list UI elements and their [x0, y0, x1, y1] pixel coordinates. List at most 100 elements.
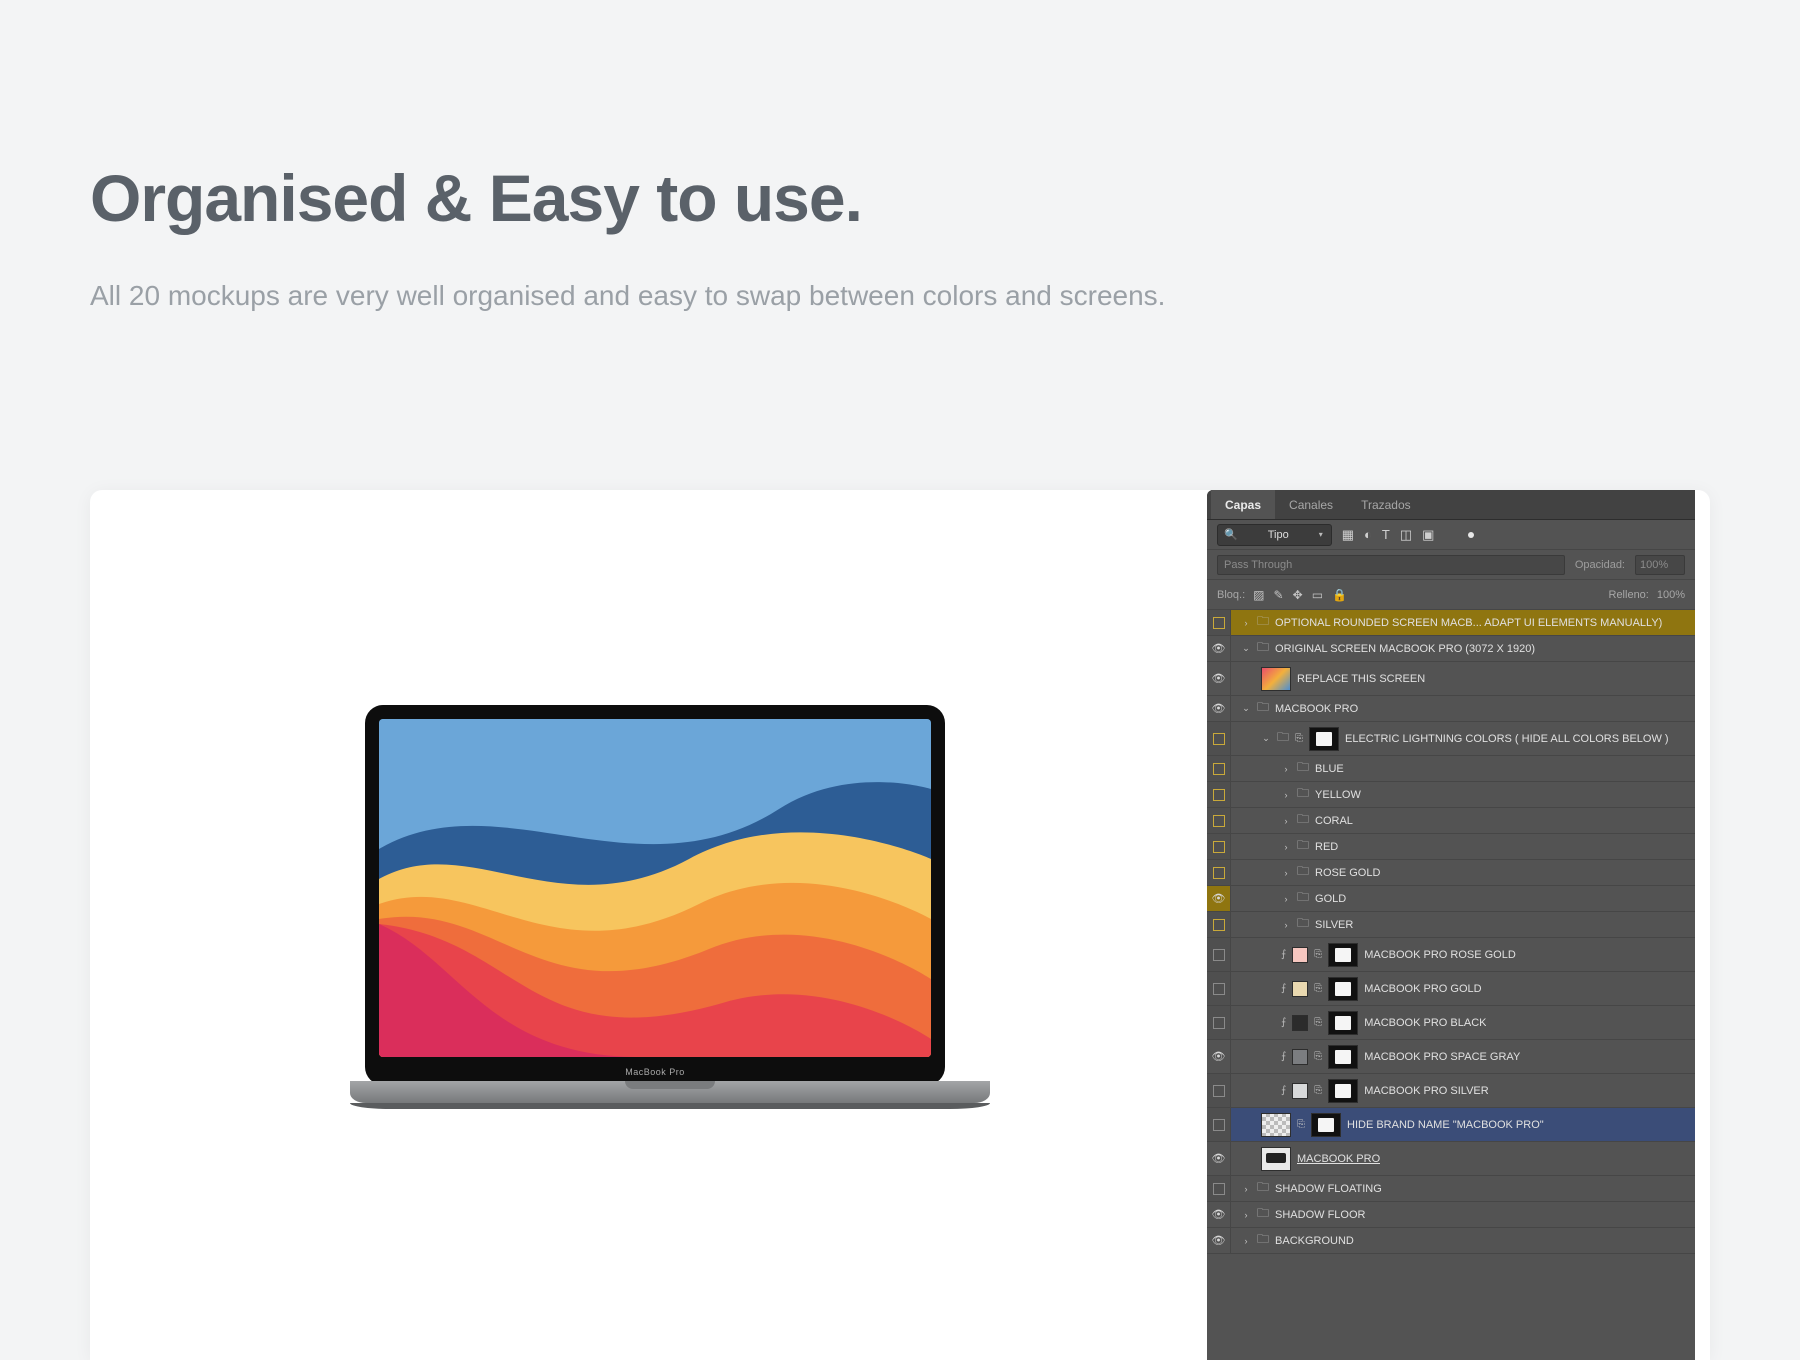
visibility-toggle[interactable]: [1207, 1040, 1231, 1073]
search-icon: 🔍: [1224, 528, 1238, 541]
visibility-toggle[interactable]: [1207, 636, 1231, 661]
lock-all-icon[interactable]: 🔒: [1332, 588, 1347, 602]
layer-row[interactable]: ⌄ 🗀 ⎘ ELECTRIC LIGHTNING COLORS ( HIDE A…: [1207, 722, 1695, 756]
link-icon: ⎘: [1297, 1119, 1305, 1130]
layer-name: RED: [1315, 841, 1338, 853]
visibility-toggle[interactable]: [1207, 756, 1231, 781]
visibility-toggle[interactable]: [1207, 1006, 1231, 1039]
lock-art-icon[interactable]: ▭: [1312, 588, 1323, 602]
visibility-toggle[interactable]: [1207, 722, 1231, 755]
disclosure-icon[interactable]: ›: [1281, 920, 1291, 930]
layer-row[interactable]: ›🗀GOLD: [1207, 886, 1695, 912]
layer-name: SILVER: [1315, 919, 1353, 931]
layer-row[interactable]: ›🗀CORAL: [1207, 808, 1695, 834]
lock-trans-icon[interactable]: ▨: [1253, 588, 1264, 602]
layer-filter-select[interactable]: 🔍 Tipo ▾: [1217, 524, 1332, 546]
blend-opacity-row: Pass Through Opacidad: 100%: [1207, 550, 1695, 580]
tab-layers[interactable]: Capas: [1211, 490, 1275, 519]
layer-name: CORAL: [1315, 815, 1353, 827]
fill-field[interactable]: 100%: [1657, 589, 1685, 601]
layer-row[interactable]: ⨍⎘MACBOOK PRO ROSE GOLD: [1207, 938, 1695, 972]
visibility-toggle[interactable]: [1207, 808, 1231, 833]
disclosure-icon[interactable]: ›: [1241, 1236, 1251, 1246]
layer-name: MACBOOK PRO SILVER: [1364, 1085, 1489, 1097]
visibility-toggle[interactable]: [1207, 1176, 1231, 1201]
layer-row[interactable]: ⎘ HIDE BRAND NAME "MACBOOK PRO": [1207, 1108, 1695, 1142]
filter-label: Tipo: [1268, 529, 1289, 541]
layer-row[interactable]: ⌄ 🗀 MACBOOK PRO: [1207, 696, 1695, 722]
mask-thumbnail: [1311, 1113, 1341, 1137]
page-subtitle: All 20 mockups are very well organised a…: [90, 280, 1165, 312]
folder-icon: 🗀: [1297, 836, 1309, 857]
disclosure-icon[interactable]: ⌄: [1241, 643, 1251, 654]
disclosure-icon[interactable]: ›: [1281, 790, 1291, 800]
layer-row[interactable]: ⨍⎘MACBOOK PRO SPACE GRAY: [1207, 1040, 1695, 1074]
layer-row[interactable]: › 🗀 OPTIONAL ROUNDED SCREEN MACB... ADAP…: [1207, 610, 1695, 636]
lock-pos-icon[interactable]: ✥: [1293, 588, 1303, 602]
disclosure-icon[interactable]: ⌄: [1241, 703, 1251, 714]
visibility-toggle[interactable]: [1207, 886, 1231, 911]
disclosure-icon[interactable]: ›: [1241, 1210, 1251, 1220]
layer-row[interactable]: ⨍⎘MACBOOK PRO BLACK: [1207, 1006, 1695, 1040]
visibility-toggle[interactable]: [1207, 1228, 1231, 1253]
layer-row[interactable]: ›🗀ROSE GOLD: [1207, 860, 1695, 886]
layer-row[interactable]: ›🗀BLUE: [1207, 756, 1695, 782]
macbook-foot: [350, 1103, 990, 1109]
filter-type-icon[interactable]: T: [1382, 527, 1390, 542]
visibility-toggle[interactable]: [1207, 972, 1231, 1005]
visibility-toggle[interactable]: [1207, 782, 1231, 807]
link-icon: ⎘: [1314, 1051, 1322, 1062]
lock-icons: ▨ ✎ ✥ ▭ 🔒: [1253, 588, 1353, 602]
disclosure-icon[interactable]: ›: [1241, 618, 1251, 628]
layers-panel: Capas Canales Trazados 🔍 Tipo ▾ ▦ ◐ T ◫ …: [1207, 490, 1695, 1360]
tab-channels[interactable]: Canales: [1275, 490, 1347, 519]
disclosure-icon[interactable]: ›: [1281, 842, 1291, 852]
disclosure-icon[interactable]: ›: [1281, 816, 1291, 826]
visibility-toggle[interactable]: [1207, 696, 1231, 721]
folder-icon: 🗀: [1297, 758, 1309, 779]
filter-adjust-icon[interactable]: ◐: [1364, 527, 1372, 542]
visibility-toggle[interactable]: [1207, 1074, 1231, 1107]
visibility-toggle[interactable]: [1207, 938, 1231, 971]
layer-name: MACBOOK PRO: [1297, 1153, 1380, 1165]
disclosure-icon[interactable]: ›: [1241, 1184, 1251, 1194]
visibility-toggle[interactable]: [1207, 860, 1231, 885]
layer-row[interactable]: ⨍⎘MACBOOK PRO SILVER: [1207, 1074, 1695, 1108]
tab-paths[interactable]: Trazados: [1347, 490, 1425, 519]
visibility-toggle[interactable]: [1207, 1108, 1231, 1141]
color-swatch: [1292, 981, 1308, 997]
layer-name: SHADOW FLOOR: [1275, 1209, 1365, 1221]
layer-row[interactable]: ›🗀SHADOW FLOOR: [1207, 1202, 1695, 1228]
layer-row[interactable]: › 🗀 RED: [1207, 834, 1695, 860]
lock-paint-icon[interactable]: ✎: [1274, 588, 1284, 602]
visibility-toggle[interactable]: [1207, 834, 1231, 859]
layer-row[interactable]: ⨍⎘MACBOOK PRO GOLD: [1207, 972, 1695, 1006]
filter-smart-icon[interactable]: ▣: [1422, 527, 1434, 543]
layer-row[interactable]: ›🗀SILVER: [1207, 912, 1695, 938]
disclosure-icon[interactable]: ›: [1281, 894, 1291, 904]
filter-pixel-icon[interactable]: ▦: [1342, 527, 1354, 543]
blend-mode-select[interactable]: Pass Through: [1217, 555, 1565, 575]
opacity-field[interactable]: 100%: [1635, 555, 1685, 575]
visibility-toggle[interactable]: [1207, 610, 1231, 635]
layer-row[interactable]: ›🗀BACKGROUND: [1207, 1228, 1695, 1254]
layer-row[interactable]: MACBOOK PRO: [1207, 1142, 1695, 1176]
fx-icon: ⨍: [1281, 1017, 1286, 1028]
visibility-toggle[interactable]: [1207, 662, 1231, 695]
layer-row[interactable]: REPLACE THIS SCREEN: [1207, 662, 1695, 696]
visibility-toggle[interactable]: [1207, 1202, 1231, 1227]
layer-row[interactable]: ›🗀SHADOW FLOATING: [1207, 1176, 1695, 1202]
layer-name: MACBOOK PRO SPACE GRAY: [1364, 1051, 1520, 1063]
layer-row[interactable]: ›🗀YELLOW: [1207, 782, 1695, 808]
disclosure-icon[interactable]: ›: [1281, 868, 1291, 878]
layer-row[interactable]: ⌄ 🗀 ORIGINAL SCREEN MACBOOK PRO (3072 X …: [1207, 636, 1695, 662]
visibility-toggle[interactable]: [1207, 1142, 1231, 1175]
disclosure-icon[interactable]: ›: [1281, 764, 1291, 774]
filter-toggle-icon[interactable]: [1468, 532, 1474, 538]
disclosure-icon[interactable]: ⌄: [1261, 733, 1271, 744]
color-swatch: [1292, 1083, 1308, 1099]
mask-thumbnail: [1328, 1011, 1358, 1035]
filter-shape-icon[interactable]: ◫: [1400, 527, 1412, 543]
visibility-toggle[interactable]: [1207, 912, 1231, 937]
color-swatch: [1292, 1015, 1308, 1031]
